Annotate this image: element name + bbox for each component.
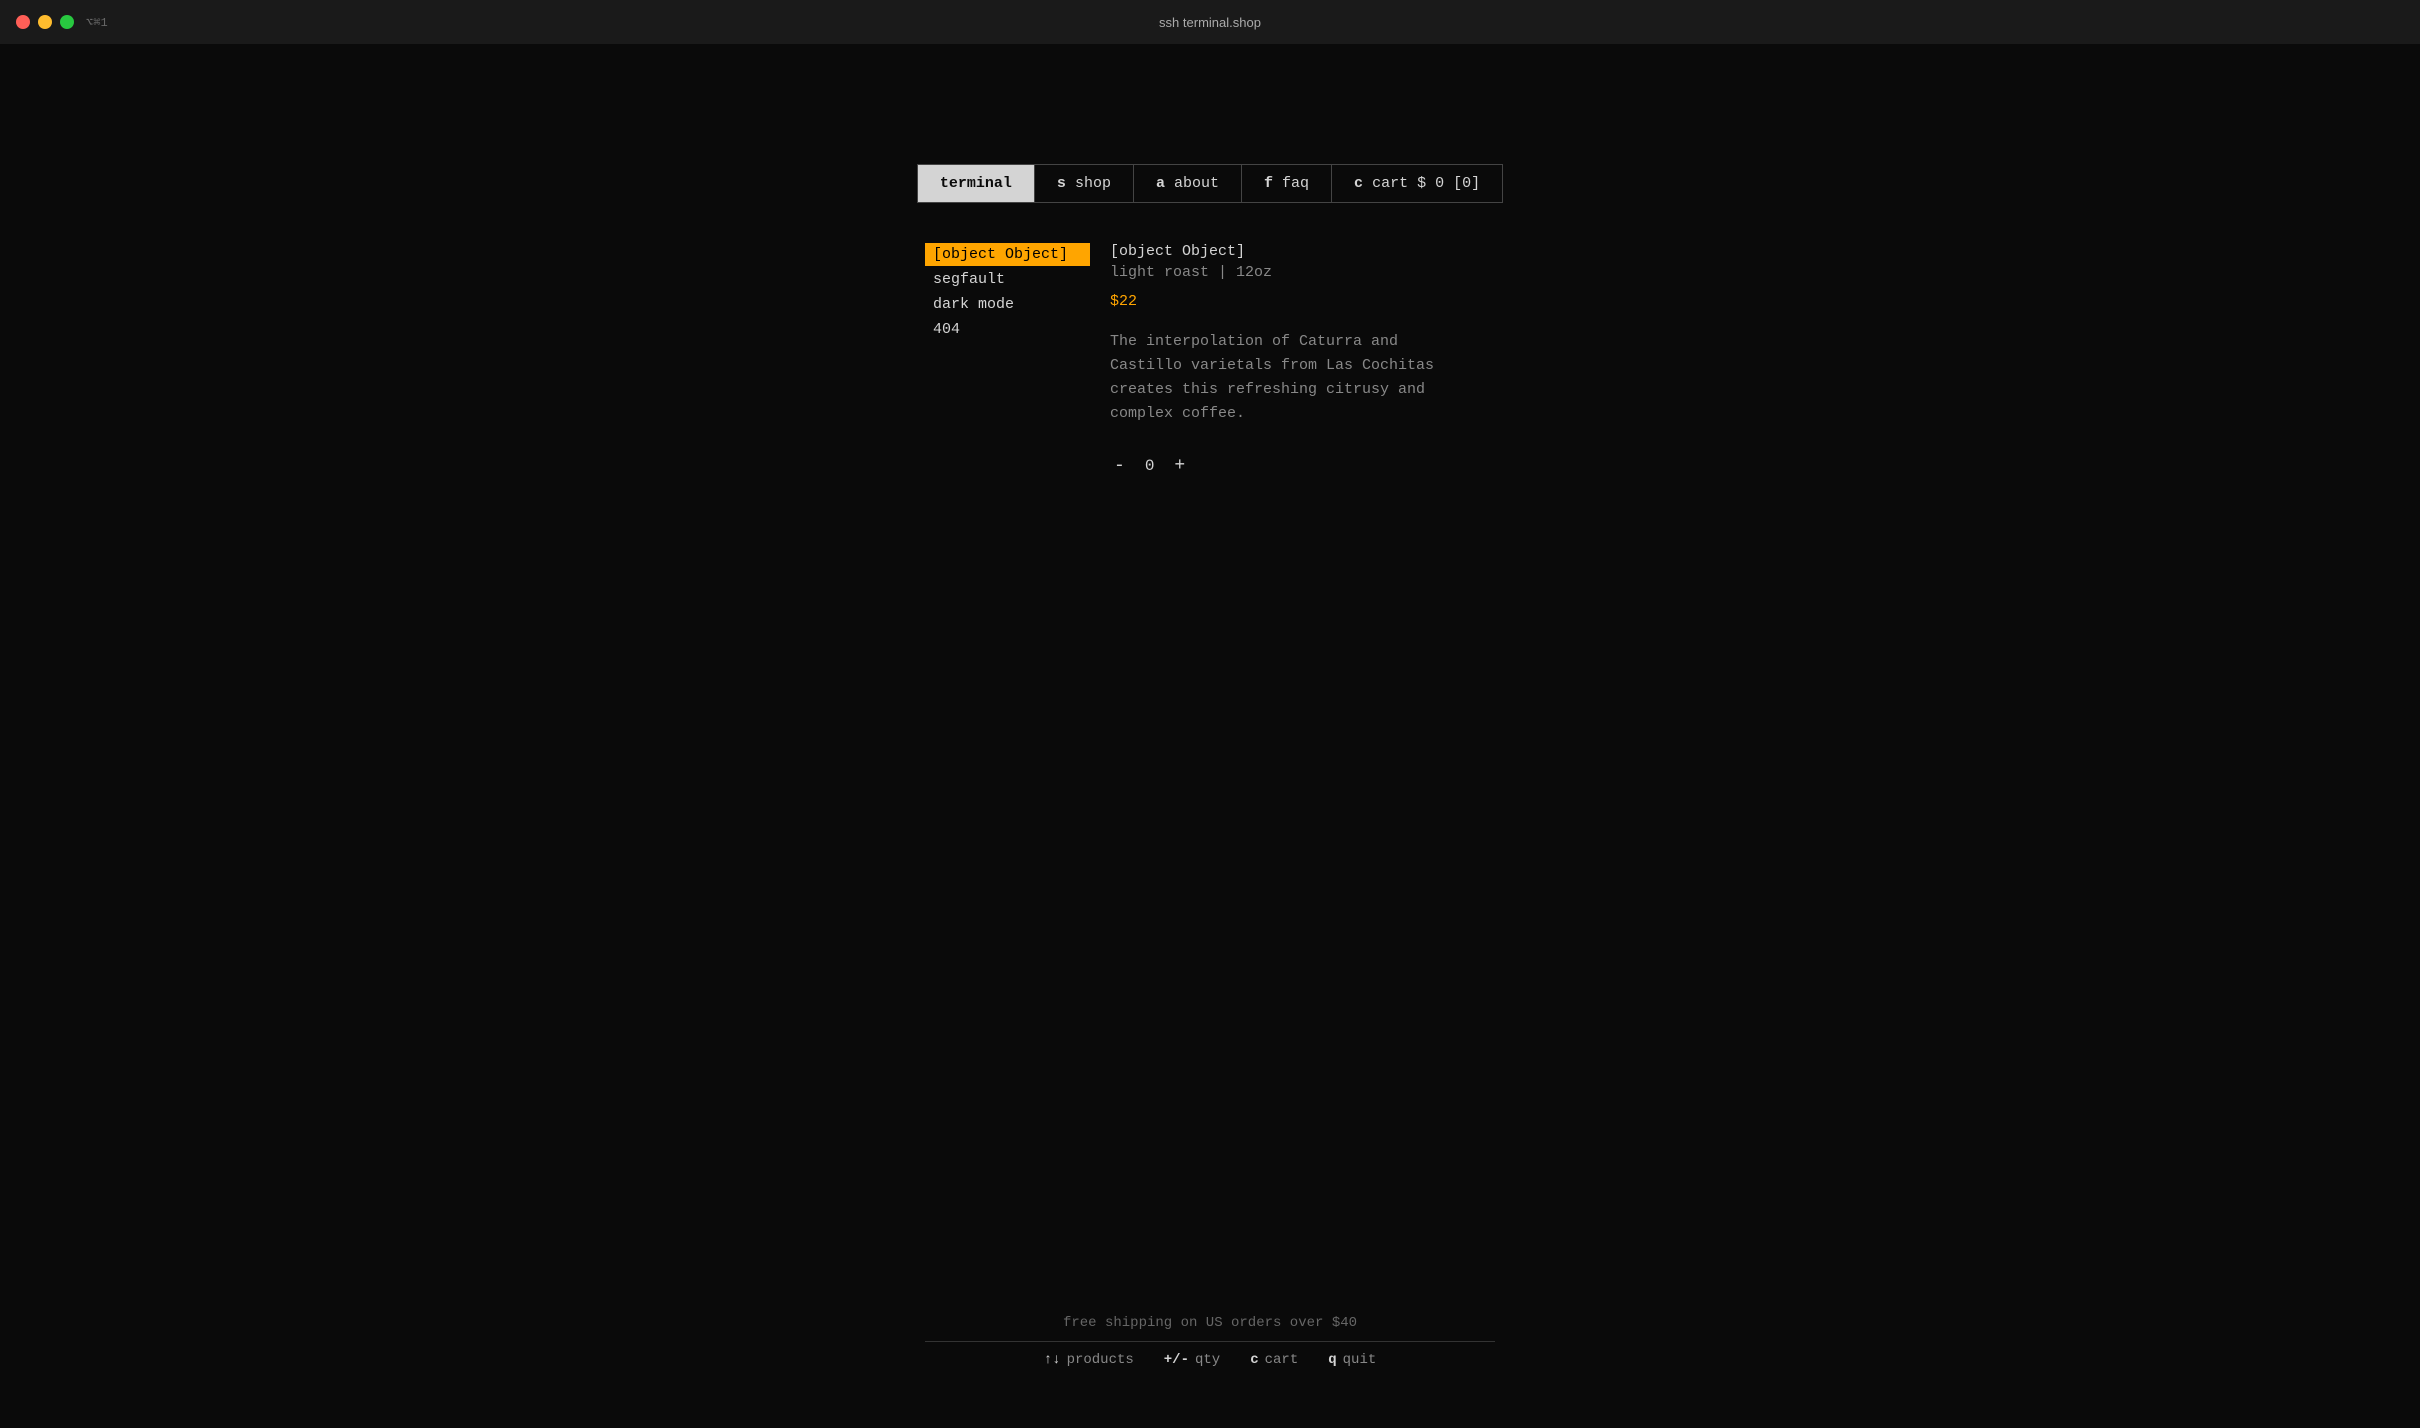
sidebar-item-0-label: [object Object]	[933, 246, 1068, 263]
product-description: The interpolation of Caturra andCastillo…	[1110, 330, 1460, 426]
decrement-button[interactable]: -	[1110, 456, 1129, 476]
sidebar-item-1[interactable]: segfault	[925, 268, 1090, 291]
sidebar-item-2-label: dark mode	[933, 296, 1014, 313]
shipping-notice: free shipping on US orders over $40	[1063, 1315, 1357, 1331]
footer-nav-cart[interactable]: c cart	[1250, 1352, 1298, 1368]
footer-products-label: products	[1067, 1352, 1134, 1368]
tab-cart-key: c	[1354, 175, 1363, 192]
keyboard-shortcut: ⌥⌘1	[86, 15, 108, 30]
tab-cart-label: cart $ 0 [0]	[1372, 175, 1480, 192]
tab-about-label: about	[1174, 175, 1219, 192]
sidebar-item-1-label: segfault	[933, 271, 1005, 288]
footer-nav: ↑↓ products +/- qty c cart q quit	[1044, 1352, 1377, 1368]
product-name: [object Object]	[1110, 243, 1495, 260]
quantity-value: 0	[1145, 457, 1155, 475]
sidebar-item-3-label: 404	[933, 321, 960, 338]
cart-key: c	[1250, 1352, 1258, 1368]
tab-faq-key: f	[1264, 175, 1273, 192]
titlebar: ⌥⌘1 ssh terminal.shop	[0, 0, 2420, 44]
footer-nav-quit[interactable]: q quit	[1328, 1352, 1376, 1368]
sidebar-item-3[interactable]: 404	[925, 318, 1090, 341]
product-sidebar: [object Object] segfault dark mode 404	[925, 243, 1090, 476]
minimize-button[interactable]	[38, 15, 52, 29]
tab-shop-label: shop	[1075, 175, 1111, 192]
tab-about[interactable]: a about	[1134, 165, 1242, 202]
sidebar-item-0[interactable]: [object Object]	[925, 243, 1090, 266]
tab-terminal-label: terminal	[940, 175, 1012, 192]
tab-faq-label: faq	[1282, 175, 1309, 192]
traffic-lights	[16, 15, 74, 29]
increment-button[interactable]: +	[1170, 456, 1189, 476]
tab-cart[interactable]: c cart $ 0 [0]	[1332, 165, 1502, 202]
tab-shop-key: s	[1057, 175, 1066, 192]
footer-nav-products[interactable]: ↑↓ products	[1044, 1352, 1134, 1368]
sidebar-item-2[interactable]: dark mode	[925, 293, 1090, 316]
footer-qty-label: qty	[1195, 1352, 1220, 1368]
product-price: $22	[1110, 293, 1495, 310]
qty-key: +/-	[1164, 1352, 1189, 1368]
footer: free shipping on US orders over $40 ↑↓ p…	[0, 1315, 2420, 1368]
nav-tabs: terminal s shop a about f faq c cart $ 0…	[917, 164, 1503, 203]
maximize-button[interactable]	[60, 15, 74, 29]
quantity-control: - 0 +	[1110, 456, 1495, 476]
arrow-icon: ↑↓	[1044, 1352, 1061, 1368]
footer-quit-label: quit	[1343, 1352, 1377, 1368]
tab-faq[interactable]: f faq	[1242, 165, 1332, 202]
shop-content: [object Object] segfault dark mode 404 […	[925, 243, 1495, 476]
main-content: terminal s shop a about f faq c cart $ 0…	[0, 44, 2420, 1428]
footer-cart-label: cart	[1265, 1352, 1299, 1368]
tab-shop[interactable]: s shop	[1035, 165, 1134, 202]
tab-about-key: a	[1156, 175, 1165, 192]
footer-nav-qty[interactable]: +/- qty	[1164, 1352, 1220, 1368]
product-detail: [object Object] light roast | 12oz $22 T…	[1110, 243, 1495, 476]
tab-terminal[interactable]: terminal	[918, 165, 1035, 202]
close-button[interactable]	[16, 15, 30, 29]
quit-key: q	[1328, 1352, 1336, 1368]
product-subtitle: light roast | 12oz	[1110, 264, 1495, 281]
footer-divider	[925, 1341, 1495, 1342]
window-title: ssh terminal.shop	[1159, 15, 1261, 30]
